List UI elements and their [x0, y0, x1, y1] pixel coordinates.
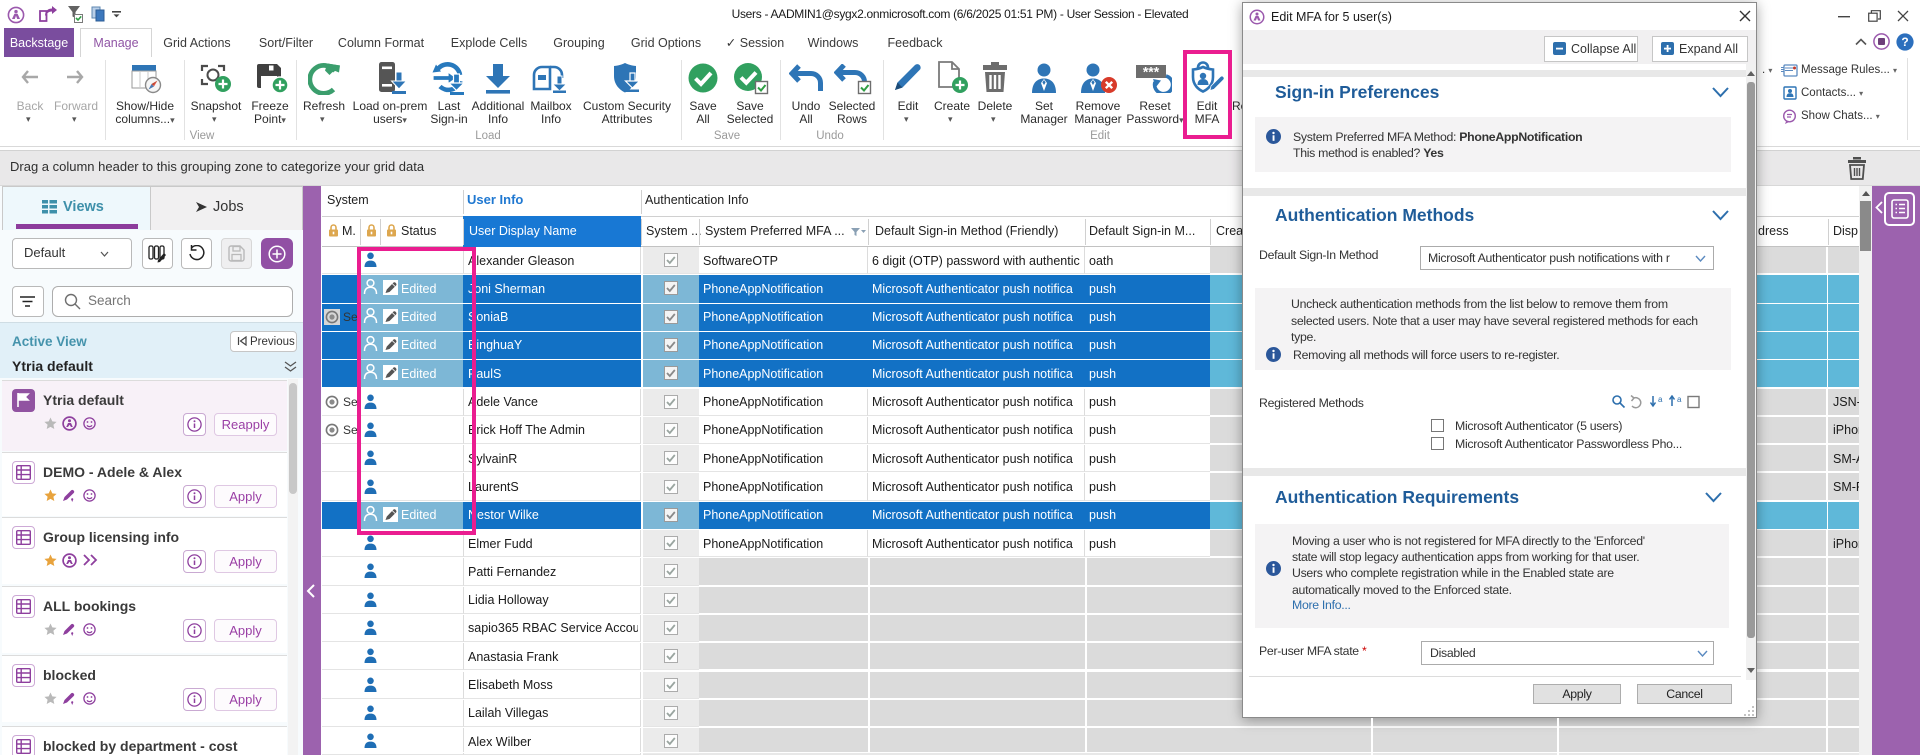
- svg-text:***: ***: [1143, 64, 1160, 80]
- svg-text:a: a: [1658, 395, 1663, 404]
- svg-text:?: ?: [1901, 35, 1908, 49]
- svg-text:a: a: [1677, 395, 1682, 404]
